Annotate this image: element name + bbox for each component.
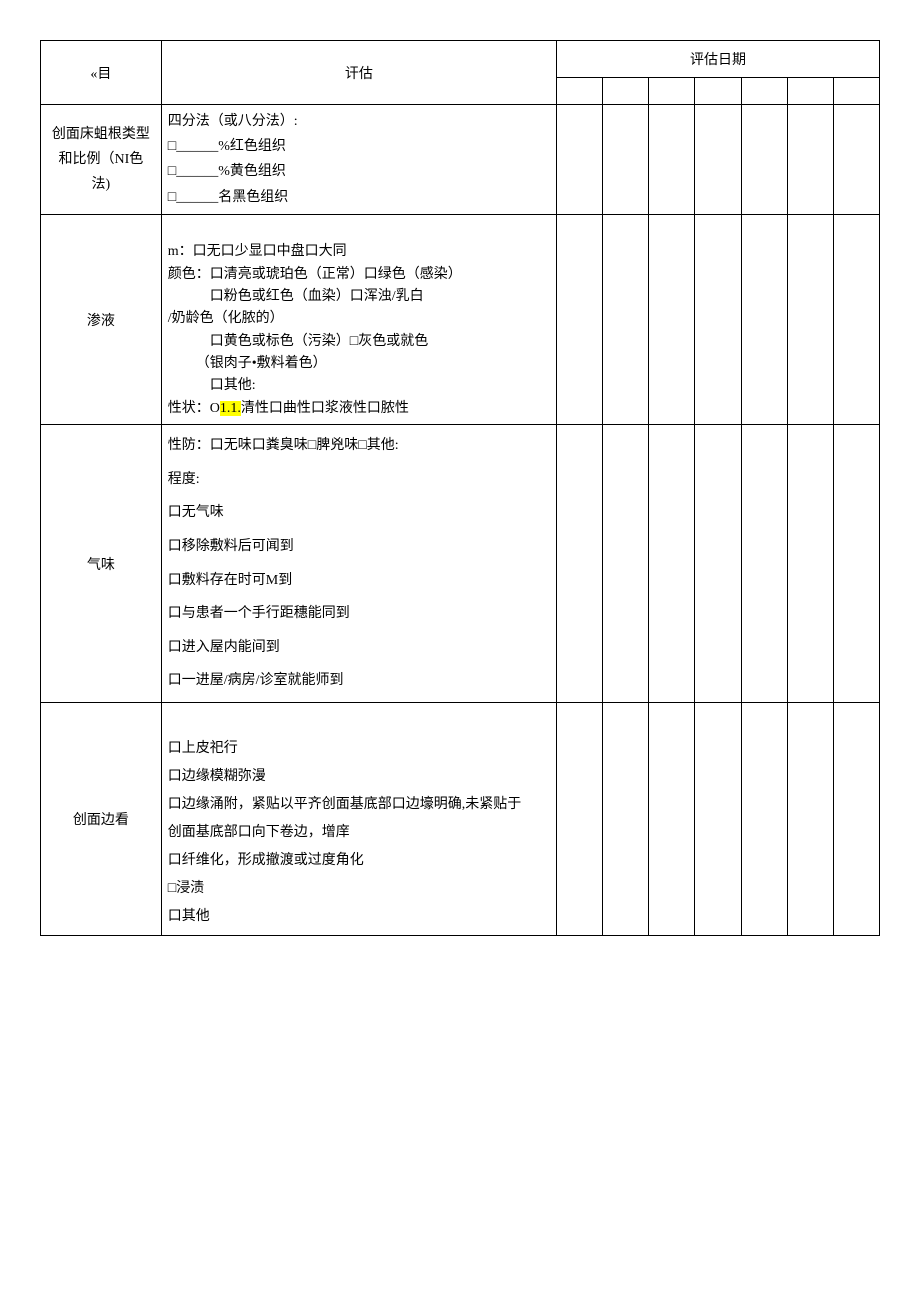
date-cell[interactable]: [557, 78, 603, 105]
date-cell[interactable]: [603, 78, 649, 105]
data-cell[interactable]: [833, 214, 879, 425]
edge-line: 创面基底部口向下卷边，增庠: [168, 819, 550, 847]
odor-line: 口移除敷料后可闻到: [168, 530, 550, 564]
row-odor: 气味 性防：口无味口粪臭味□脾兇味□其他: 程度: 口无气味 口移除敷料后可闻到…: [41, 425, 880, 703]
label-odor: 气味: [41, 425, 162, 703]
edge-line: 口边缘模糊弥漫: [168, 763, 550, 791]
data-cell[interactable]: [741, 703, 787, 936]
data-cell[interactable]: [603, 105, 649, 215]
data-cell[interactable]: [833, 425, 879, 703]
tissue-text: 四分法（或八分法）: □______%红色组织 □______%黄色组织 □__…: [168, 109, 550, 210]
exudate-line: （银肉子•敷料着色）: [168, 353, 550, 375]
exudate-line: 口粉色或红色（血染）口浑浊/乳白: [168, 286, 550, 308]
date-cell[interactable]: [741, 78, 787, 105]
data-cell[interactable]: [557, 425, 603, 703]
header-assessment: 讦估: [161, 41, 556, 105]
data-cell[interactable]: [787, 425, 833, 703]
exudate-8a: 性状：O: [168, 401, 220, 416]
data-cell[interactable]: [649, 425, 695, 703]
date-cell[interactable]: [787, 78, 833, 105]
label-edge: 创面边看: [41, 703, 162, 936]
data-cell[interactable]: [787, 105, 833, 215]
content-exudate: m：口无口少显口中盘口大同 颜色：口清亮或琥珀色（正常）口绿色（感染） 口粉色或…: [161, 214, 556, 425]
edge-line: 口上皮祀行: [168, 735, 550, 763]
assessment-table: «目 讦估 评估日期 创面床蛆根类型 和比例（NI色 法) 四分法（或八分法）:…: [40, 40, 880, 936]
data-cell[interactable]: [695, 214, 741, 425]
edge-line: 口其他: [168, 903, 550, 931]
content-odor: 性防：口无味口粪臭味□脾兇味□其他: 程度: 口无气味 口移除敷料后可闻到 口敷…: [161, 425, 556, 703]
exudate-8b-highlight: 1.1.: [220, 401, 241, 416]
edge-line: 口纤维化，形成撤渡或过度角化: [168, 847, 550, 875]
data-cell[interactable]: [649, 214, 695, 425]
label-exudate: 渗液: [41, 214, 162, 425]
data-cell[interactable]: [603, 214, 649, 425]
data-cell[interactable]: [649, 105, 695, 215]
row-tissue: 创面床蛆根类型 和比例（NI色 法) 四分法（或八分法）: □______%红色…: [41, 105, 880, 215]
data-cell[interactable]: [695, 703, 741, 936]
exudate-8c: 清性口曲性口浆液性口脓性: [241, 401, 409, 416]
odor-line: 口敷料存在时可M到: [168, 564, 550, 598]
data-cell[interactable]: [695, 105, 741, 215]
data-cell[interactable]: [833, 703, 879, 936]
exudate-line: /奶龄色（化脓的）: [168, 308, 550, 330]
label-line: 和比例（NI色: [47, 147, 155, 172]
odor-line: 口一进屋/病房/诊室就能师到: [168, 664, 550, 698]
label-line: 法): [47, 172, 155, 197]
exudate-line: 口其他:: [168, 375, 550, 397]
exudate-line: m：口无口少显口中盘口大同: [168, 241, 550, 263]
odor-line: 口进入屋内能间到: [168, 631, 550, 665]
header-item: «目: [41, 41, 162, 105]
data-cell[interactable]: [741, 425, 787, 703]
label-line: 创面床蛆根类型: [47, 122, 155, 147]
exudate-line: 口黄色或标色（污染）□灰色或就色: [168, 331, 550, 353]
odor-line: 口无气味: [168, 496, 550, 530]
data-cell[interactable]: [741, 105, 787, 215]
label-tissue: 创面床蛆根类型 和比例（NI色 法): [41, 105, 162, 215]
content-tissue: 四分法（或八分法）: □______%红色组织 □______%黄色组织 □__…: [161, 105, 556, 215]
data-cell[interactable]: [741, 214, 787, 425]
content-edge: 口上皮祀行 口边缘模糊弥漫 口边缘涌附，紧贴以平齐创面基底部口边壕明确,未紧贴于…: [161, 703, 556, 936]
header-row: «目 讦估 评估日期: [41, 41, 880, 78]
edge-line: □浸渍: [168, 875, 550, 903]
data-cell[interactable]: [557, 105, 603, 215]
edge-line: 口边缘涌附，紧贴以平齐创面基底部口边壕明确,未紧贴于: [168, 791, 550, 819]
row-edge: 创面边看 口上皮祀行 口边缘模糊弥漫 口边缘涌附，紧贴以平齐创面基底部口边壕明确…: [41, 703, 880, 936]
odor-line: 性防：口无味口粪臭味□脾兇味□其他:: [168, 429, 550, 463]
data-cell[interactable]: [649, 703, 695, 936]
data-cell[interactable]: [833, 105, 879, 215]
data-cell[interactable]: [557, 703, 603, 936]
data-cell[interactable]: [603, 425, 649, 703]
data-cell[interactable]: [787, 703, 833, 936]
data-cell[interactable]: [695, 425, 741, 703]
exudate-line-8: 性状：O1.1.清性口曲性口浆液性口脓性: [168, 398, 550, 420]
data-cell[interactable]: [557, 214, 603, 425]
date-cell[interactable]: [695, 78, 741, 105]
data-cell[interactable]: [787, 214, 833, 425]
data-cell[interactable]: [603, 703, 649, 936]
row-exudate: 渗液 m：口无口少显口中盘口大同 颜色：口清亮或琥珀色（正常）口绿色（感染） 口…: [41, 214, 880, 425]
header-dates: 评估日期: [557, 41, 880, 78]
odor-line: 口与患者一个手行距穗能同到: [168, 597, 550, 631]
date-cell[interactable]: [833, 78, 879, 105]
odor-line: 程度:: [168, 463, 550, 497]
exudate-line: 颜色：口清亮或琥珀色（正常）口绿色（感染）: [168, 264, 550, 286]
date-cell[interactable]: [649, 78, 695, 105]
